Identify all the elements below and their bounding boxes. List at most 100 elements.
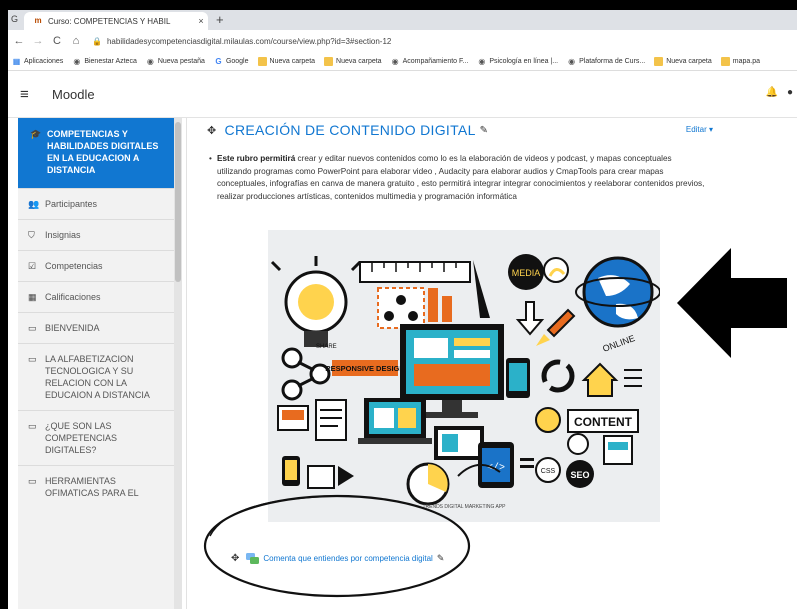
content-label: CONTENT [574, 415, 633, 429]
folder-icon: ▭ [28, 421, 37, 431]
sidebar-course-label: COMPETENCIAS Y HABILIDADES DIGITALES EN … [47, 129, 159, 175]
globe-icon: ◉ [73, 56, 81, 66]
bookmark-label: Bienestar Azteca [84, 57, 137, 65]
section-header: ✥ CREACIÓN DE CONTENIDO DIGITAL ✎ [207, 122, 488, 138]
left-arrow-annotation-icon [677, 248, 787, 358]
tab-title: Curso: COMPETENCIAS Y HABIL [48, 16, 171, 26]
bookmark-label: Google [225, 57, 249, 65]
folder-icon [654, 56, 664, 66]
bookmarks-bar: ▦ Aplicaciones ◉ Bienestar Azteca ◉ Nueva pes… [8, 52, 797, 71]
org-chart-icon [377, 287, 425, 329]
sidebar-item-label: Calificaciones [45, 292, 101, 302]
google-icon: G [215, 56, 222, 66]
sidebar-item[interactable]: 👥 Participantes [18, 188, 176, 219]
bookmark-item[interactable]: ▦ Aplicaciones [12, 56, 64, 66]
sidebar-item-label: ¿QUE SON LAS COMPETENCIAS DIGITALES? [45, 421, 118, 455]
edit-pencil-icon[interactable]: ✎ [480, 125, 489, 136]
bookmark-item[interactable]: Nueva carpeta [257, 56, 316, 66]
new-tab-button[interactable]: + [216, 12, 224, 28]
bookmark-label: mapa.pa [732, 57, 761, 65]
sidebar-item[interactable]: ☑ Competencias [18, 250, 176, 281]
bookmark-item[interactable]: ◉ Bienestar Azteca [72, 57, 137, 66]
bookmark-label: Nueva carpeta [336, 57, 382, 65]
moodle-navbar: ≡ Moodle 🔔 ● [8, 71, 797, 118]
move-icon[interactable]: ✥ [207, 124, 217, 137]
folder-icon: ▭ [28, 354, 37, 364]
bookmark-label: Aplicaciones [24, 57, 64, 65]
sidebar-item-label: HERRAMIENTAS OFIMATICAS PARA EL [45, 476, 139, 498]
sidebar-item-label: BIENVENIDA [45, 323, 100, 333]
lock-icon[interactable]: 🔒 [92, 37, 102, 46]
navigation-bar: ← → C ⌂ 🔒 habilidadesycompetenciasdigita… [8, 30, 797, 52]
tab-search-icon[interactable]: G [11, 14, 23, 26]
description-bold: Este rubro permitirá [217, 154, 296, 163]
sidebar-item[interactable]: ▭ BIENVENIDA [18, 312, 176, 343]
right-blank-area [723, 118, 797, 609]
reload-icon[interactable]: C [49, 35, 65, 47]
responsive-design-label: RESPONSIVE DESIGN [325, 364, 405, 373]
navbar-right-icons: 🔔 ● [766, 87, 793, 98]
digital-content-illustration: MEDIA ONLINE SHARE RESPONSIVE DESIGN </>… [268, 230, 660, 522]
back-icon[interactable]: ← [11, 35, 27, 47]
menu-toggle-icon[interactable]: ≡ [20, 86, 40, 103]
illustration-svg: MEDIA ONLINE SHARE RESPONSIVE DESIGN </>… [268, 230, 660, 522]
course-index-sidebar: 🎓 COMPETENCIAS Y HABILIDADES DIGITALES E… [18, 118, 176, 609]
users-icon: 👥 [28, 199, 40, 209]
globe-icon: ◉ [391, 56, 399, 66]
bookmark-item[interactable]: ◉ Nueva pestaña [146, 57, 205, 66]
bookmark-label: Nueva carpeta [269, 57, 316, 65]
home-icon[interactable]: ⌂ [68, 35, 84, 47]
moodle-favicon-icon: m [34, 16, 42, 25]
folder-icon [257, 56, 267, 66]
at-sign-badge [535, 407, 561, 433]
video-frame-icon [307, 465, 335, 489]
globe-icon: ◉ [146, 56, 154, 66]
shield-icon: ⛉ [28, 230, 35, 240]
sidebar-item[interactable]: ▭ HERRAMIENTAS OFIMATICAS PARA EL [18, 465, 176, 508]
tab-close-icon[interactable]: × [194, 16, 208, 26]
notification-bell-icon[interactable]: 🔔 [766, 87, 778, 98]
sidebar-item-label: Competencias [45, 261, 103, 271]
forward-icon[interactable]: → [30, 35, 46, 47]
bookmark-item[interactable]: ◉ Acompañamiento F... [391, 57, 469, 66]
bookmark-label: Psicología en línea |... [489, 57, 559, 65]
globe-icon: ◉ [568, 56, 576, 66]
bookmark-label: Nueva pestaña [157, 57, 205, 65]
checkbox-icon: ☑ [28, 261, 37, 271]
globe-icon: ◉ [478, 56, 486, 66]
text-document-icon [315, 399, 347, 441]
ruler-icon [359, 261, 471, 283]
media-label: MEDIA [512, 268, 541, 278]
url-text: habilidadesycompetenciasdigital.milaulas… [106, 36, 392, 46]
code-label: </> [487, 462, 505, 474]
site-brand[interactable]: Moodle [52, 87, 95, 102]
bookmark-label: Acompañamiento F... [402, 57, 469, 65]
seo-label: SEO [570, 470, 589, 480]
apps-grid-icon: ▦ [12, 56, 21, 66]
sidebar-item[interactable]: ⛉ Insignias [18, 219, 176, 250]
sidebar-item[interactable]: ▭ ¿QUE SON LAS COMPETENCIAS DIGITALES? [18, 410, 176, 465]
sidebar-item-label: Insignias [45, 230, 81, 240]
bookmark-item[interactable]: G Google [214, 56, 249, 66]
edit-menu-button[interactable]: Editar ▾ [686, 125, 713, 134]
tab-strip: G m Curso: COMPETENCIAS Y HABIL × + [8, 10, 797, 30]
bookmark-item[interactable]: ◉ Psicología en línea |... [477, 57, 558, 66]
css-label: CSS [541, 468, 556, 475]
bookmark-item[interactable]: Nueva carpeta [654, 56, 712, 66]
browser-tab[interactable]: m Curso: COMPETENCIAS Y HABIL × [24, 12, 208, 30]
bookmark-item[interactable]: ◉ Plataforma de Curs... [567, 57, 645, 66]
email-badge [567, 433, 589, 455]
bookmark-label: Plataforma de Curs... [579, 57, 646, 65]
sidebar-item[interactable]: ▦ Calificaciones [18, 281, 176, 312]
folder-icon [324, 56, 334, 66]
folder-icon: ▭ [28, 323, 37, 333]
sidebar-item-course[interactable]: 🎓 COMPETENCIAS Y HABILIDADES DIGITALES E… [18, 118, 176, 188]
sidebar-item[interactable]: ▭ LA ALFABETIZACION TECNOLOGICA Y SU RELA… [18, 343, 176, 410]
sidebar-item-label: LA ALFABETIZACION TECNOLOGICA Y SU RELAC… [45, 354, 150, 400]
messages-icon[interactable]: ● [787, 87, 793, 98]
bookmark-item[interactable]: Nueva carpeta [324, 56, 382, 66]
laptop-icon [358, 398, 432, 444]
address-bar[interactable]: 🔒 habilidadesycompetenciasdigital.milaul… [92, 32, 797, 50]
bookmark-item[interactable]: mapa.pa [720, 56, 761, 66]
sidebar-scrollbar-thumb[interactable] [175, 122, 181, 282]
